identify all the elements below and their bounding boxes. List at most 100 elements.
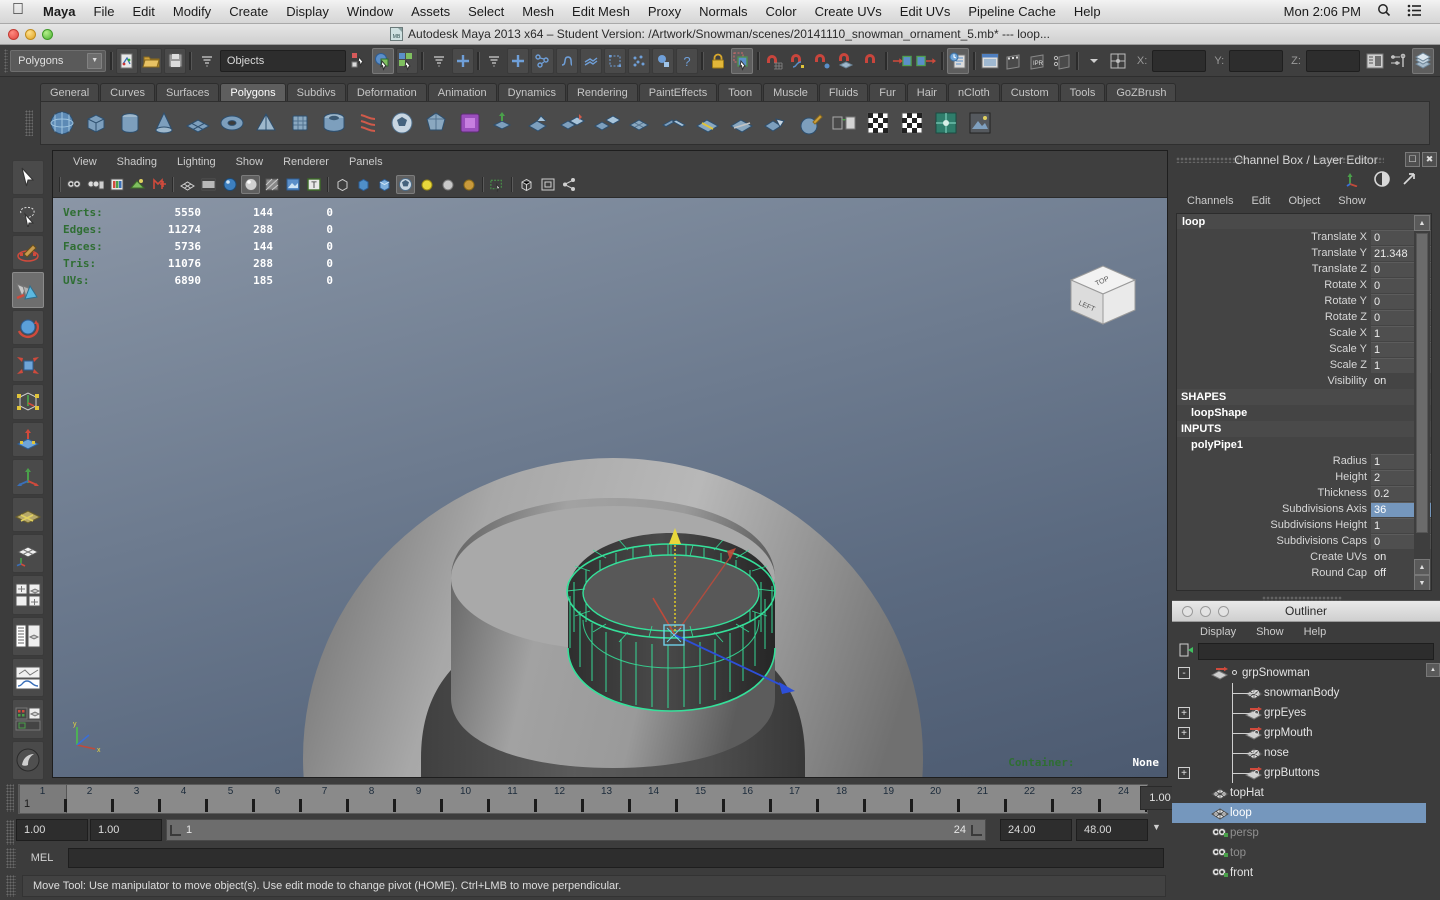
shelf-grip[interactable]	[22, 101, 36, 145]
menu-item-proxy[interactable]: Proxy	[639, 4, 690, 19]
shelf-tab-curves[interactable]: Curves	[100, 83, 155, 102]
snap-to-grid-icon[interactable]	[763, 48, 785, 74]
view-cube[interactable]: TOP LEFT	[1061, 256, 1145, 332]
exposure-icon[interactable]	[517, 175, 536, 194]
share-icon[interactable]	[559, 175, 578, 194]
select-camera-icon[interactable]	[65, 175, 84, 194]
menu-item-edit[interactable]: Edit	[123, 4, 163, 19]
shelf-tab-custom[interactable]: Custom	[1000, 83, 1059, 102]
light-shading-icon[interactable]	[459, 175, 478, 194]
range-slider-grip[interactable]	[6, 820, 14, 848]
outliner-scroll-up-button[interactable]: ▲	[1426, 663, 1440, 677]
grid-toggle-icon[interactable]	[488, 175, 507, 194]
snap-to-point-icon[interactable]	[811, 48, 833, 74]
outliner-menu-show[interactable]: Show	[1246, 626, 1294, 638]
undock-panel-icon[interactable]: ☐	[1405, 152, 1420, 167]
expand-icon[interactable]: +	[1178, 727, 1190, 739]
animation-end-field[interactable]: 48.00	[1076, 819, 1148, 841]
last-tool-used[interactable]	[12, 459, 44, 495]
combine-button[interactable]	[557, 108, 587, 138]
outliner-menu-help[interactable]: Help	[1294, 626, 1337, 638]
z-coordinate-field[interactable]	[1305, 49, 1360, 72]
outliner-item[interactable]: + grpEyes	[1172, 703, 1440, 723]
shelf-tab-painteffects[interactable]: PaintEffects	[638, 83, 718, 102]
show-channel-box-button[interactable]	[1364, 48, 1386, 74]
range-left-handle[interactable]	[170, 824, 181, 836]
playback-end-field[interactable]: 24.00	[1000, 819, 1072, 841]
outliner-item[interactable]: nose	[1172, 743, 1440, 763]
expand-icon[interactable]: +	[1178, 707, 1190, 719]
gamma-icon[interactable]	[538, 175, 557, 194]
channel-row[interactable]: Thickness 0.2	[1177, 485, 1431, 501]
poly-helix-button[interactable]	[353, 108, 383, 138]
snap-live-button[interactable]	[731, 47, 754, 74]
outliner-minimize-button[interactable]	[1200, 606, 1211, 617]
command-input[interactable]	[68, 848, 1164, 868]
shelf-tab-surfaces[interactable]: Surfaces	[155, 83, 220, 102]
shelf-tab-animation[interactable]: Animation	[427, 83, 497, 102]
poly-soccer-ball-button[interactable]	[387, 108, 417, 138]
viewport-menu-view[interactable]: View	[63, 156, 107, 168]
expand-icon[interactable]: +	[1178, 767, 1190, 779]
channel-row[interactable]: Scale Z1	[1177, 357, 1431, 373]
mask-deformations-button[interactable]	[603, 47, 626, 74]
outliner-close-button[interactable]	[1182, 606, 1193, 617]
channel-box-grip-left[interactable]	[1176, 157, 1246, 163]
channel-box-input-node[interactable]: polyPipe1	[1177, 437, 1431, 453]
menu-item-help[interactable]: Help	[1065, 4, 1110, 19]
shelf-tab-dynamics[interactable]: Dynamics	[497, 83, 566, 102]
menu-item-maya[interactable]: Maya	[34, 4, 85, 19]
channel-row[interactable]: Rotate Y0	[1177, 293, 1431, 309]
menu-item-color[interactable]: Color	[757, 4, 806, 19]
poly-cylinder-button[interactable]	[115, 108, 145, 138]
shelf-tab-ncloth[interactable]: nCloth	[947, 83, 1000, 102]
outliner-item[interactable]: - grpSnowman	[1172, 663, 1440, 683]
shelf-tab-muscle[interactable]: Muscle	[763, 83, 818, 102]
uv-texture-editor-button[interactable]	[965, 108, 995, 138]
outliner-item[interactable]: + grpButtons	[1172, 763, 1440, 783]
soft-modification-tool[interactable]	[12, 421, 44, 458]
smooth-shade-all-icon[interactable]	[241, 175, 260, 194]
menu-item-file[interactable]: File	[85, 4, 124, 19]
channel-box-scroll-up-button[interactable]: ▲	[1414, 215, 1430, 231]
shelf-tab-fur[interactable]: Fur	[869, 83, 906, 102]
show-tool-settings-button[interactable]	[1412, 47, 1435, 74]
smooth-button[interactable]	[625, 108, 655, 138]
y-coordinate-field[interactable]	[1229, 49, 1284, 72]
save-scene-button[interactable]	[164, 47, 187, 74]
poly-plane-button[interactable]	[183, 108, 213, 138]
channel-row[interactable]: Rotate X0	[1177, 277, 1431, 293]
menu-item-pipeline-cache[interactable]: Pipeline Cache	[959, 4, 1064, 19]
channel-row[interactable]: Create UVs on	[1177, 549, 1431, 565]
lock-icon[interactable]	[707, 48, 729, 74]
separate-button[interactable]	[591, 108, 621, 138]
channel-row[interactable]: Scale Y1	[1177, 341, 1431, 357]
poly-cube-button[interactable]	[81, 108, 111, 138]
x-coordinate-field[interactable]	[1152, 49, 1207, 72]
rotate-tool[interactable]	[12, 309, 44, 346]
create-poly-tool-button[interactable]	[455, 108, 485, 138]
channel-row[interactable]: Translate X0	[1177, 229, 1431, 245]
mirror-geometry-button[interactable]	[659, 108, 689, 138]
texture-map-icon[interactable]	[283, 175, 302, 194]
mask-surfaces-button[interactable]	[579, 47, 602, 74]
outliner-search-input[interactable]	[1198, 642, 1434, 660]
menu-item-modify[interactable]: Modify	[164, 4, 220, 19]
all-lights-icon[interactable]	[438, 175, 457, 194]
smooth-shade-icon[interactable]	[220, 175, 239, 194]
mask-handles-button[interactable]	[451, 47, 474, 74]
bevel-button[interactable]	[523, 108, 553, 138]
channel-box-scroll-down-a[interactable]: ▲	[1414, 559, 1430, 575]
channel-box-grip-right[interactable]	[1314, 157, 1384, 163]
menu-item-mesh[interactable]: Mesh	[513, 4, 563, 19]
viewport-menu-renderer[interactable]: Renderer	[273, 156, 339, 168]
selection-mask-dropdown-icon[interactable]	[196, 48, 218, 74]
channel-row[interactable]: Visibility on	[1177, 373, 1431, 389]
channel-box-list[interactable]: loop Translate X 0 Translate Y 21.348 Transl…	[1176, 213, 1432, 591]
new-scene-button[interactable]	[116, 47, 139, 74]
channel-box-scroll-down-button[interactable]: ▼	[1414, 575, 1430, 590]
animation-start-field[interactable]: 1.00	[90, 819, 162, 841]
open-scene-button[interactable]	[140, 47, 163, 74]
show-attribute-panel-button[interactable]	[1388, 48, 1410, 74]
camera-attributes-icon[interactable]	[86, 175, 105, 194]
